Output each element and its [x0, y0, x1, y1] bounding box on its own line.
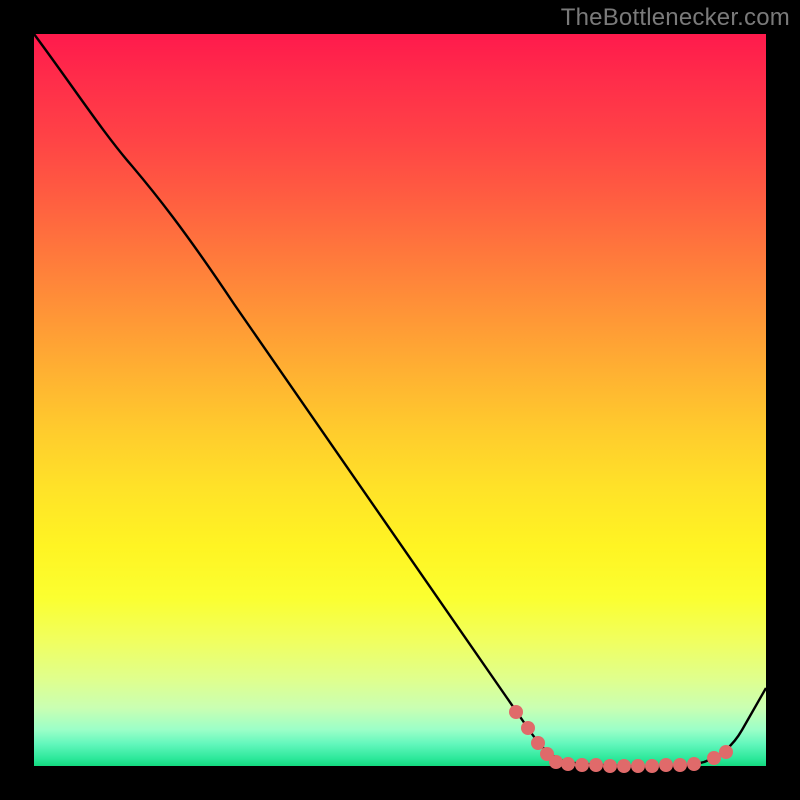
optimal-dot	[521, 721, 535, 735]
optimal-dot	[549, 755, 563, 769]
optimal-range-dots	[509, 705, 733, 773]
optimal-dot	[719, 745, 733, 759]
chart-frame	[34, 34, 766, 766]
optimal-dot	[531, 736, 545, 750]
watermark-text: TheBottlenecker.com	[561, 4, 790, 32]
chart-svg	[34, 34, 766, 766]
optimal-dot	[707, 751, 721, 765]
optimal-dot	[603, 759, 617, 773]
optimal-dot	[659, 758, 673, 772]
bottleneck-curve	[34, 34, 766, 767]
optimal-dot	[575, 758, 589, 772]
optimal-dot	[645, 759, 659, 773]
optimal-dot	[617, 759, 631, 773]
optimal-dot	[687, 757, 701, 771]
optimal-dot	[589, 758, 603, 772]
optimal-dot	[673, 758, 687, 772]
optimal-dot	[561, 757, 575, 771]
optimal-dot	[631, 759, 645, 773]
optimal-dot	[509, 705, 523, 719]
